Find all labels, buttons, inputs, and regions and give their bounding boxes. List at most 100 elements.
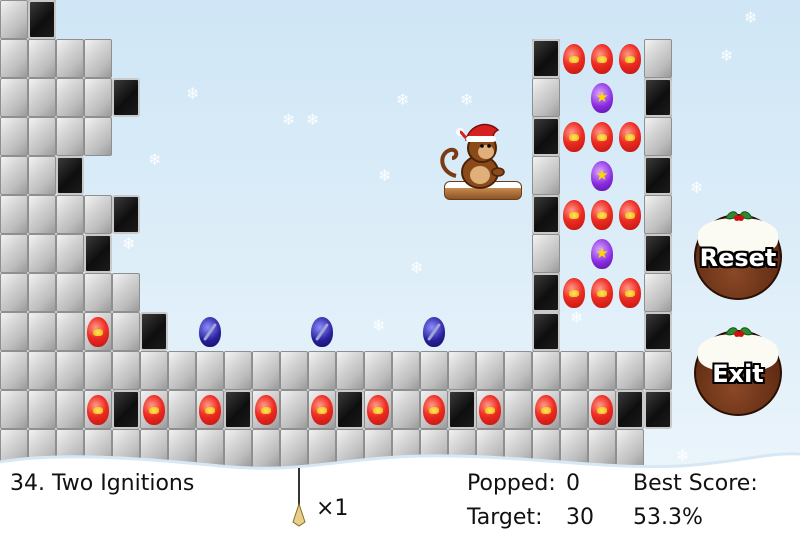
stone-block <box>504 390 532 429</box>
black-block <box>336 390 364 429</box>
stone-block <box>56 234 84 273</box>
black-block <box>644 78 672 117</box>
black-block <box>644 156 672 195</box>
stone-block <box>28 156 56 195</box>
stone-block <box>560 351 588 390</box>
stone-block <box>84 351 112 390</box>
stone-block <box>364 351 392 390</box>
red-balloon <box>591 199 613 230</box>
red-balloon <box>255 394 277 425</box>
red-balloon <box>591 43 613 74</box>
red-balloon <box>563 277 585 308</box>
star-balloon: ★ <box>591 238 613 269</box>
stone-block <box>56 117 84 156</box>
stone-block <box>252 351 280 390</box>
stone-block <box>28 351 56 390</box>
stone-block <box>28 273 56 312</box>
stone-block <box>0 195 28 234</box>
stone-block <box>56 78 84 117</box>
stone-block <box>336 351 364 390</box>
santa-monkey[interactable] <box>436 118 526 202</box>
stone-block <box>112 351 140 390</box>
lead-balloon <box>423 316 445 347</box>
stone-block <box>0 156 28 195</box>
stone-block <box>0 312 28 351</box>
target-value: 30 <box>566 505 594 530</box>
red-balloon <box>535 394 557 425</box>
stone-block <box>644 195 672 234</box>
stone-block <box>0 234 28 273</box>
red-balloon <box>619 43 641 74</box>
stripe-icon <box>315 322 329 341</box>
holly-icon <box>725 211 753 221</box>
reset-button[interactable]: Reset <box>694 204 782 300</box>
black-block <box>644 390 672 429</box>
stone-block <box>0 0 28 39</box>
exit-label: Exit <box>712 360 764 388</box>
stone-block <box>532 156 560 195</box>
stone-block <box>112 273 140 312</box>
stone-block <box>420 351 448 390</box>
stone-block <box>84 195 112 234</box>
reset-label: Reset <box>699 244 777 272</box>
stone-block <box>28 117 56 156</box>
stone-block <box>532 234 560 273</box>
stone-block <box>0 273 28 312</box>
stone-block <box>28 195 56 234</box>
target-label: Target: <box>467 505 543 530</box>
black-block <box>84 234 112 273</box>
stone-block <box>168 351 196 390</box>
stone-block <box>224 351 252 390</box>
stone-block <box>588 351 616 390</box>
red-balloon <box>311 394 333 425</box>
stone-block <box>280 390 308 429</box>
stone-block <box>84 273 112 312</box>
stone-block <box>0 351 28 390</box>
stone-block <box>532 351 560 390</box>
stone-block <box>644 351 672 390</box>
exit-button[interactable]: Exit <box>694 320 782 416</box>
stone-block <box>0 117 28 156</box>
stone-block <box>448 351 476 390</box>
stone-block <box>0 390 28 429</box>
stone-block <box>28 234 56 273</box>
stone-block <box>28 390 56 429</box>
star-balloon: ★ <box>591 160 613 191</box>
black-block <box>448 390 476 429</box>
stone-block <box>308 351 336 390</box>
red-balloon <box>591 121 613 152</box>
stone-block <box>140 351 168 390</box>
stone-block <box>84 78 112 117</box>
red-balloon <box>479 394 501 425</box>
red-balloon <box>563 43 585 74</box>
red-balloon <box>87 394 109 425</box>
black-block <box>140 312 168 351</box>
stone-block <box>280 351 308 390</box>
stone-block <box>28 78 56 117</box>
stone-block <box>196 351 224 390</box>
black-block <box>28 0 56 39</box>
game-stage[interactable]: ❄ ❄ ❄ ❄ ❄ ❄ ❄ ❄ ❄ ❄ ❄ ❄ ❄ ❄ ❄ ★ ★ ★ Rese… <box>0 0 800 533</box>
red-balloon <box>591 394 613 425</box>
stone-block <box>616 351 644 390</box>
stone-block <box>84 117 112 156</box>
red-balloon <box>199 394 221 425</box>
black-block <box>532 39 560 78</box>
stone-block <box>56 312 84 351</box>
stone-block <box>560 390 588 429</box>
black-block <box>112 390 140 429</box>
best-score-value: 53.3% <box>633 505 703 530</box>
red-balloon <box>423 394 445 425</box>
black-block <box>644 234 672 273</box>
lead-balloon <box>311 316 333 347</box>
stone-block <box>0 78 28 117</box>
red-balloon <box>367 394 389 425</box>
star-icon: ★ <box>595 243 609 262</box>
stone-block <box>644 39 672 78</box>
black-block <box>112 195 140 234</box>
black-block <box>532 117 560 156</box>
stone-block <box>392 351 420 390</box>
stone-block <box>504 351 532 390</box>
red-balloon <box>563 121 585 152</box>
star-balloon: ★ <box>591 82 613 113</box>
